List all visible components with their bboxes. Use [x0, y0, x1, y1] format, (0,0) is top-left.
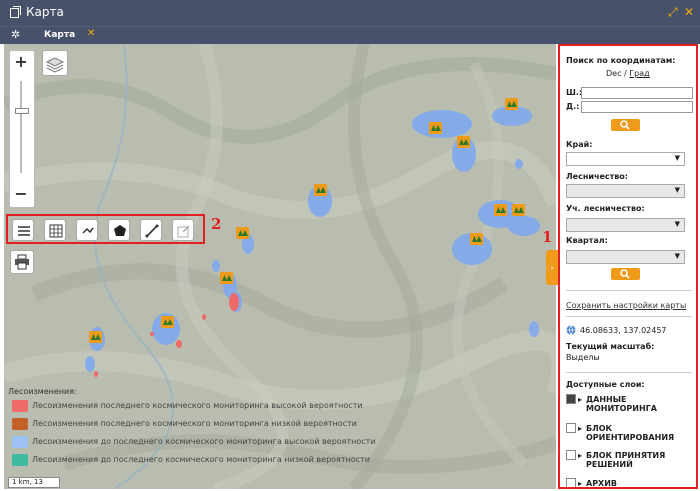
globe-icon	[566, 325, 576, 335]
lon-label: Д.:	[566, 102, 580, 111]
layer-decisions-label: БЛОК ПРИНЯТИЯ РЕШЕНИЙ	[586, 451, 666, 469]
layer-expand-icon[interactable]: ▸	[578, 395, 582, 404]
scale-indicator: 1 km, 13	[8, 477, 60, 488]
legend-item: Лесоизменения последнего космического мо…	[8, 416, 358, 434]
search-icon	[620, 269, 630, 279]
measure-button[interactable]	[140, 219, 162, 241]
zoom-in-button[interactable]: +	[10, 51, 32, 73]
polyline-icon	[82, 227, 94, 234]
legend-label: Лесоизменения до последнего космического…	[32, 437, 376, 446]
legend-item: Лесоизменения до последнего космического…	[8, 452, 370, 470]
layer-expand-icon[interactable]: ▸	[578, 424, 582, 433]
grid-icon	[49, 224, 63, 238]
layer-monitoring-label: ДАННЫЕ МОНИТОРИНГА	[586, 395, 657, 413]
grad-option[interactable]: Град	[629, 69, 649, 78]
layer-orientation-label: БЛОК ОРИЕНТИРОВАНИЯ	[586, 424, 675, 442]
kvartal-select[interactable]: ▼	[566, 250, 685, 264]
layer-expand-icon[interactable]: ▸	[578, 451, 582, 460]
legend-label: Лесоизменения до последнего космического…	[32, 455, 370, 464]
cursor-coords: 46.08633, 137.02457	[580, 326, 667, 335]
window-title: Карта	[26, 5, 64, 19]
area-search-button[interactable]	[611, 268, 640, 280]
legend-swatch	[12, 418, 28, 430]
kvartal-label: Квартал:	[566, 236, 608, 245]
legend-label: Лесоизменения последнего космического мо…	[32, 419, 357, 428]
map-legend: Лесоизменения: Лесоизменения последнего …	[8, 387, 376, 470]
legend-item: Лесоизменения последнего космического мо…	[8, 398, 363, 416]
annotation-2: 2	[211, 215, 222, 233]
search-icon	[620, 120, 630, 130]
coord-format-separator: /	[624, 69, 627, 78]
lat-input[interactable]	[581, 87, 693, 99]
chevron-down-icon: ▼	[674, 186, 680, 194]
legend-item: Лесоизменения до последнего космического…	[8, 434, 376, 452]
legend-swatch	[12, 400, 28, 412]
layers-button[interactable]	[42, 50, 68, 76]
ruler-icon	[145, 224, 159, 238]
panel-toggle-button[interactable]: ›	[546, 250, 558, 285]
uch-lesnichestvo-select[interactable]: ▼	[566, 218, 685, 232]
zoom-slider-handle[interactable]	[15, 108, 29, 114]
annotation-1: 1	[542, 228, 553, 246]
edit-button[interactable]	[172, 219, 194, 241]
layer-decisions-checkbox[interactable]	[566, 450, 576, 460]
polygon-icon	[114, 225, 126, 236]
divider	[566, 316, 692, 317]
layers-title: Доступные слои:	[566, 380, 645, 389]
coord-format-toggle: Dec / Град	[606, 69, 650, 78]
title-bar: Карта ⤢ ✕	[0, 0, 700, 26]
legend-swatch	[12, 436, 28, 448]
legend-label: Лесоизменения последнего космического мо…	[32, 401, 363, 410]
coord-search-title: Поиск по координатам:	[566, 56, 676, 65]
menu-button[interactable]	[12, 219, 34, 241]
map-canvas[interactable]: + − 2 Лесоизменения: Лесоизменения после…	[4, 44, 556, 489]
current-scale-title: Текущий масштаб:	[566, 342, 655, 351]
uch-lesnichestvo-label: Уч. лесничество:	[566, 204, 645, 213]
tab-bar: ✲ Карта ✕	[0, 26, 700, 46]
zoom-slider-track[interactable]	[20, 81, 22, 173]
lon-input[interactable]	[581, 101, 693, 113]
chevron-down-icon: ▼	[674, 220, 680, 228]
layer-monitoring-checkbox[interactable]	[566, 394, 576, 404]
close-icon[interactable]: ✕	[684, 5, 694, 19]
search-panel: Поиск по координатам: Dec / Град Ш.: Д.:…	[558, 44, 698, 489]
chevron-down-icon: ▼	[674, 154, 680, 162]
legend-title: Лесоизменения:	[8, 387, 77, 396]
layer-archive-label: АРХИВ	[586, 479, 618, 488]
zoom-out-button[interactable]: −	[10, 183, 32, 205]
lat-label: Ш.:	[566, 88, 583, 97]
kray-label: Край:	[566, 140, 593, 149]
layer-expand-icon[interactable]: ▸	[578, 479, 582, 487]
current-scale-value: Выделы	[566, 353, 600, 362]
draw-line-button[interactable]	[76, 219, 98, 241]
zoom-control: + −	[9, 50, 35, 208]
chevron-down-icon: ▼	[674, 252, 680, 260]
dec-option[interactable]: Dec	[606, 69, 621, 78]
menu-icon	[18, 226, 30, 236]
grid-tool-button[interactable]	[44, 219, 66, 241]
tab-close-icon[interactable]: ✕	[87, 28, 95, 39]
kray-select[interactable]: ▼	[566, 152, 685, 166]
save-settings-link[interactable]: Сохранить настройки карты	[566, 301, 686, 310]
maximize-icon[interactable]: ⤢	[668, 5, 678, 20]
window-icon	[10, 6, 21, 18]
lesnichestvo-select[interactable]: ▼	[566, 184, 685, 198]
settings-cog-icon[interactable]: ✲	[11, 28, 20, 41]
print-button[interactable]	[10, 250, 34, 274]
coord-search-button[interactable]	[611, 119, 640, 131]
layer-orientation-checkbox[interactable]	[566, 423, 576, 433]
printer-icon	[15, 254, 29, 270]
divider	[566, 372, 692, 373]
divider	[566, 290, 692, 291]
lesnichestvo-label: Лесничество:	[566, 172, 628, 181]
layer-archive-checkbox[interactable]	[566, 478, 576, 487]
legend-swatch	[12, 454, 28, 466]
layers-icon	[45, 57, 65, 73]
tab-map-label: Карта	[44, 30, 76, 40]
edit-icon	[177, 225, 190, 238]
draw-polygon-button[interactable]	[108, 219, 130, 241]
drawing-toolbar	[6, 214, 205, 244]
